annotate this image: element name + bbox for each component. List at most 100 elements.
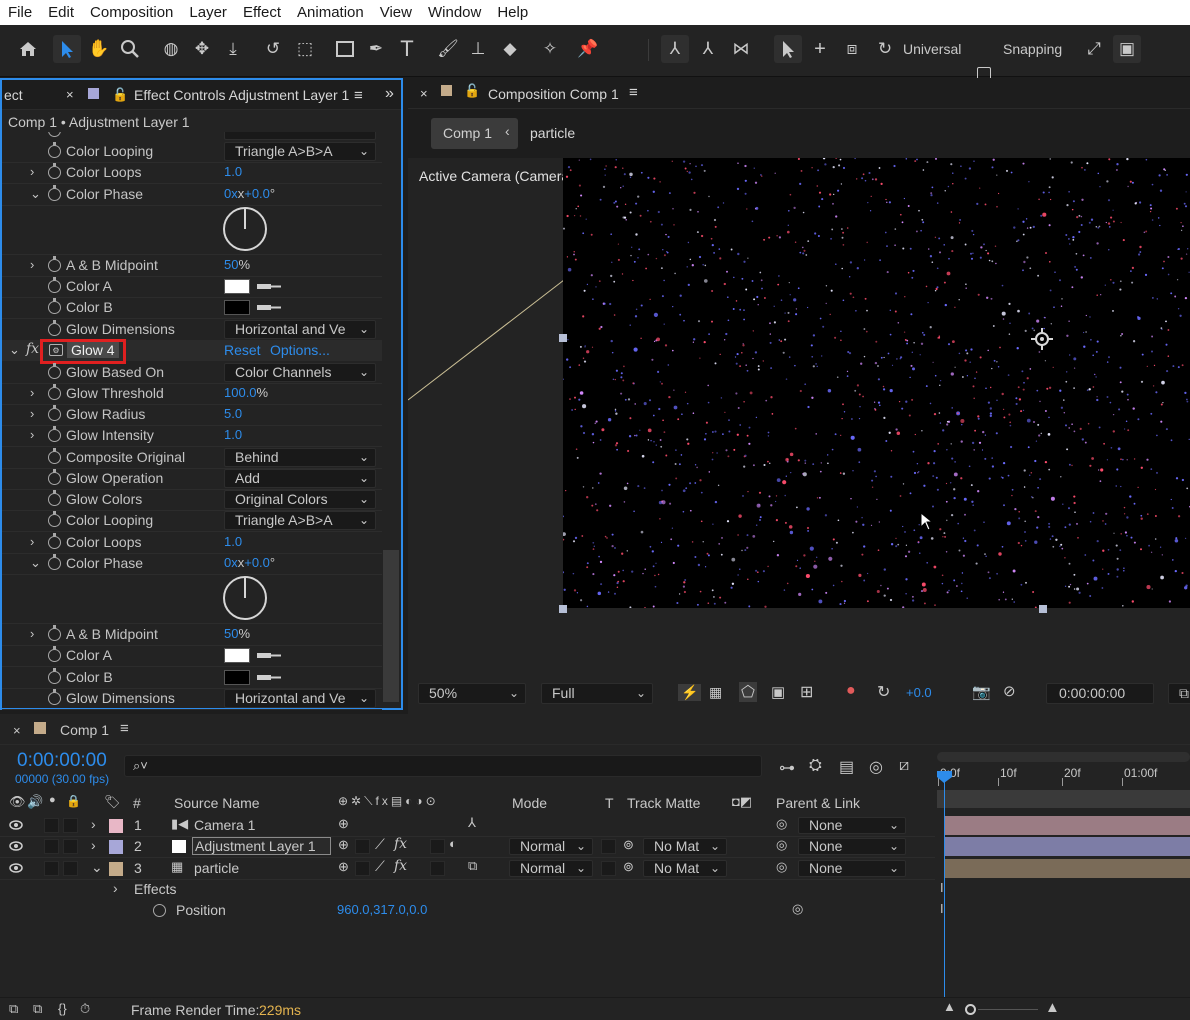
reset-exposure-icon[interactable]: ↻ <box>877 682 890 702</box>
snapshot-icon[interactable]: 📷 <box>972 683 991 701</box>
parent-pickwhip-icon[interactable]: ◎ <box>776 816 787 832</box>
layer-breadcrumb[interactable]: particle <box>530 125 575 141</box>
snap-options-icon[interactable]: ▣ <box>1113 35 1141 63</box>
layer-handle-bottom-left[interactable] <box>559 605 567 613</box>
property-value[interactable]: 100.0% <box>224 385 268 400</box>
stopwatch-icon[interactable] <box>48 363 61 379</box>
expression-pickwhip-icon[interactable]: ◎ <box>792 901 803 917</box>
fx-toggle-icon[interactable]: fx <box>26 341 39 357</box>
layer-duration-bar[interactable] <box>945 837 1190 856</box>
property-dropdown[interactable]: Add ⌄ <box>224 469 376 488</box>
solo-box[interactable] <box>44 861 59 876</box>
twirl-open-icon[interactable]: ⌄ <box>30 186 41 202</box>
type-tool-icon[interactable]: T <box>393 35 421 63</box>
brush-tool-icon[interactable]: 🖌 <box>434 35 462 63</box>
dolly-camera-icon[interactable]: ⤓ <box>219 35 247 63</box>
layer-row[interactable]: › 2 Adjustment Layer 1 ⊕ ⟋ fx ◐ Normal ⌄ ⊚ No Mat ⌄… <box>0 836 1190 857</box>
property-dropdown[interactable]: Original Colors ⌄ <box>224 490 376 509</box>
twirl-closed-icon[interactable]: › <box>30 406 34 421</box>
zoom-out-icon[interactable]: ▲ <box>943 999 956 1014</box>
twirl-open-icon[interactable]: ⌄ <box>91 859 103 876</box>
matte-pickwhip-icon[interactable]: ⊚ <box>623 837 634 853</box>
show-snapshot-icon[interactable]: ⊘ <box>1003 682 1016 700</box>
playhead-marker[interactable] <box>936 770 953 784</box>
roto-brush-icon[interactable]: ✧ <box>536 35 564 63</box>
parent-dropdown[interactable]: None ⌄ <box>798 838 906 855</box>
stopwatch-icon[interactable] <box>48 298 61 314</box>
effect-name[interactable]: Glow 4 <box>67 342 119 358</box>
draft-3d-icon[interactable]: ⛭ <box>809 757 822 775</box>
shy-switch-icon[interactable]: ⊕ <box>338 859 349 875</box>
render-time-toggle-icon[interactable]: ⏱ <box>80 1001 90 1017</box>
layer-handle-left[interactable] <box>559 334 567 342</box>
resolution-dropdown[interactable]: Full ⌄ <box>541 683 653 704</box>
particle-render[interactable] <box>561 156 1190 609</box>
effects-switch-icon[interactable]: fx <box>394 836 407 852</box>
frame-blend-box[interactable] <box>430 861 445 876</box>
collapse-box[interactable] <box>355 861 370 876</box>
frame-blend-box[interactable] <box>430 839 445 854</box>
region-of-interest-icon[interactable]: ▣ <box>771 683 785 701</box>
pan-behind-icon[interactable]: ⬚ <box>291 35 319 63</box>
shy-switch-icon[interactable]: ⊕ <box>338 837 349 853</box>
stopwatch-icon[interactable] <box>48 469 61 485</box>
property-value[interactable]: 1.0 <box>224 427 242 442</box>
grid-guides-icon[interactable]: ⊞ <box>800 682 813 702</box>
in-out-toggle-icon[interactable]: {} <box>58 1001 67 1016</box>
property-dropdown[interactable]: Triangle A>B>A ⌄ <box>224 511 376 530</box>
menu-file[interactable]: File <box>0 0 40 25</box>
options-link[interactable]: Options... <box>270 342 330 358</box>
home-icon[interactable] <box>14 35 42 63</box>
menu-animation[interactable]: Animation <box>289 0 372 25</box>
effect-controls-scrollbar[interactable] <box>383 550 399 702</box>
menu-window[interactable]: Window <box>420 0 489 25</box>
rotate-3d-icon[interactable]: ↻ <box>871 35 899 63</box>
label-color-swatch[interactable] <box>109 862 123 876</box>
lock-icon[interactable]: 🔓 <box>112 87 128 103</box>
property-value[interactable]: 50% <box>224 626 250 641</box>
stopwatch-icon[interactable] <box>48 448 61 464</box>
preserve-transparency-header[interactable]: T <box>605 795 614 811</box>
twirl-closed-icon[interactable]: › <box>91 816 96 832</box>
twirl-open-icon[interactable]: ⌄ <box>30 555 41 571</box>
stopwatch-icon[interactable] <box>48 256 61 272</box>
project-tab-fragment[interactable]: ect <box>4 87 23 103</box>
scale-icon[interactable]: ⧈ <box>838 35 866 63</box>
timeline-tab-title[interactable]: Comp 1 <box>60 722 109 738</box>
3d-selection-icon[interactable] <box>774 35 802 63</box>
selection-tool-icon[interactable] <box>53 35 81 63</box>
label-color-swatch[interactable] <box>109 819 123 833</box>
snapping-label[interactable]: Snapping <box>1003 41 1062 57</box>
parent-dropdown[interactable]: None ⌄ <box>798 817 906 834</box>
comp-panel-menu-icon[interactable]: ≡ <box>629 84 638 101</box>
twirl-closed-icon[interactable]: › <box>30 164 34 179</box>
stopwatch-icon[interactable] <box>48 384 61 400</box>
comp-lock-icon[interactable]: 🔓 <box>464 83 480 99</box>
property-dropdown[interactable]: Behind ⌄ <box>224 448 376 467</box>
quality-icon[interactable]: ⟋ <box>375 836 385 853</box>
layer-name[interactable]: particle <box>194 860 239 876</box>
stopwatch-icon[interactable] <box>48 625 61 641</box>
quality-icon[interactable]: ⟋ <box>375 858 385 875</box>
layer-duration-bar[interactable] <box>945 816 1190 835</box>
track-matte-header[interactable]: Track Matte <box>627 795 700 811</box>
stopwatch-icon[interactable] <box>48 426 61 442</box>
zoom-tool-icon[interactable] <box>116 35 144 63</box>
property-dropdown[interactable]: Color Channels ⌄ <box>224 363 376 382</box>
lock-column-icon[interactable]: 🔒 <box>66 794 81 808</box>
stopwatch-icon[interactable] <box>48 511 61 527</box>
stopwatch-icon[interactable] <box>48 689 61 705</box>
solo-switch-icon[interactable]: ● <box>49 794 56 806</box>
effect-twirl-icon[interactable]: ⌄ <box>9 342 20 358</box>
reset-link[interactable]: Reset <box>224 342 261 358</box>
close-tab-icon[interactable]: × <box>66 87 74 102</box>
label-column-icon[interactable]: 🏷 <box>104 794 121 810</box>
twirl-closed-icon[interactable]: › <box>113 880 118 896</box>
collapse-box[interactable] <box>355 839 370 854</box>
property-value[interactable]: 0xx+0.0° <box>224 555 275 570</box>
modes-toggle-icon[interactable]: ⧉ <box>33 1001 42 1017</box>
composition-tab-title[interactable]: Composition Comp 1 <box>488 86 619 102</box>
move-icon[interactable]: + <box>806 35 834 63</box>
layer-duration-bar[interactable] <box>945 859 1190 878</box>
menu-edit[interactable]: Edit <box>40 0 82 25</box>
